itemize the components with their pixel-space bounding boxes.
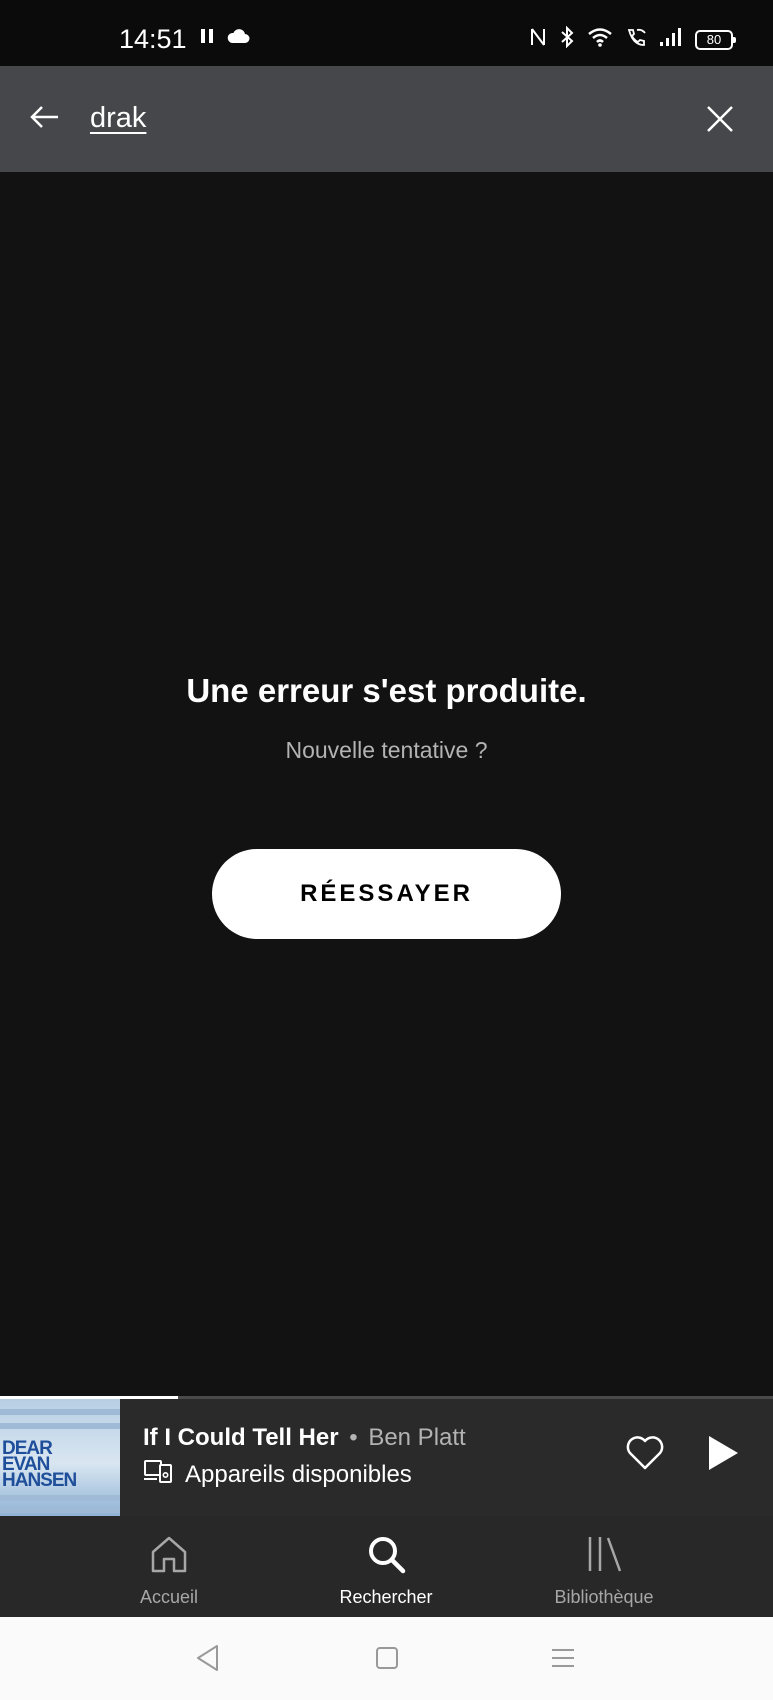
signal-icon <box>659 27 683 52</box>
track-separator: • <box>349 1424 358 1451</box>
home-square-icon[interactable] <box>372 1643 402 1673</box>
nav-label-library: Bibliothèque <box>554 1587 654 1607</box>
retry-button[interactable]: RÉESSAYER <box>212 849 561 939</box>
devices-icon <box>143 1459 173 1490</box>
nav-label-search: Rechercher <box>339 1587 433 1607</box>
play-icon[interactable] <box>706 1434 740 1472</box>
cloud-icon <box>226 28 250 49</box>
back-triangle-icon[interactable] <box>193 1643 223 1673</box>
bluetooth-icon <box>559 25 575 53</box>
nfc-icon <box>529 27 547 52</box>
album-art[interactable]: DEAR EVAN HANSEN <box>0 1399 120 1516</box>
mini-player[interactable]: DEAR EVAN HANSEN If I Could Tell Her • B… <box>0 1396 773 1516</box>
battery-icon: 80 <box>695 29 736 50</box>
error-subtitle: Nouvelle tentative ? <box>285 737 488 763</box>
devices-label: Appareils disponibles <box>185 1460 412 1488</box>
track-title: If I Could Tell Her <box>143 1424 339 1451</box>
status-bar: 14:51 80 <box>0 0 773 66</box>
heart-icon[interactable] <box>624 1432 666 1474</box>
bottom-nav: Accueil Rechercher Bibliothèque <box>0 1516 773 1617</box>
system-nav-bar <box>0 1617 773 1700</box>
nav-item-library[interactable]: Bibliothèque <box>504 1516 704 1617</box>
pause-icon <box>200 28 214 49</box>
track-artist: Ben Platt <box>368 1424 466 1451</box>
nav-item-home[interactable]: Accueil <box>69 1516 269 1617</box>
album-art-text: DEAR EVAN HANSEN <box>2 1438 77 1491</box>
wifi-icon <box>587 27 613 52</box>
back-arrow-icon[interactable] <box>28 100 62 134</box>
track-info[interactable]: If I Could Tell Her • Ben Platt <box>143 1424 466 1452</box>
devices-button[interactable]: Appareils disponibles <box>143 1459 412 1490</box>
search-header: drak <box>0 66 773 172</box>
recents-menu-icon[interactable] <box>548 1643 578 1673</box>
nav-item-search[interactable]: Rechercher <box>286 1516 486 1617</box>
status-time: 14:51 <box>119 24 187 54</box>
wifi-call-icon <box>625 27 647 52</box>
error-title: Une erreur s'est produite. <box>186 672 587 709</box>
close-icon[interactable] <box>705 104 735 134</box>
search-input[interactable]: drak <box>90 102 146 135</box>
nav-label-home: Accueil <box>139 1587 199 1607</box>
